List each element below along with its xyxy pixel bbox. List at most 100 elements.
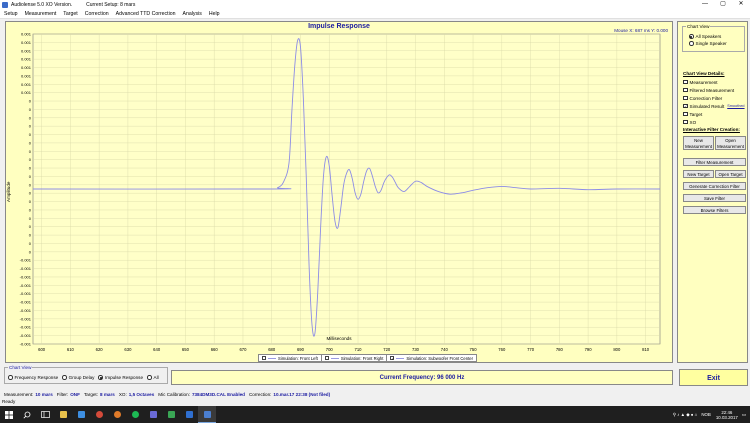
side-panel: Chart View All Speakers Single Speaker C… [677,21,748,363]
menu-help[interactable]: Help [209,11,220,17]
checkbox-icon[interactable] [683,79,688,85]
open-measurement-button[interactable]: Open Measurement [715,136,746,150]
y-tick-label: 0.001 [21,57,32,62]
x-tick-label: 750 [470,347,478,352]
y-tick-label: 0 [29,166,32,171]
check-target[interactable]: Target [683,110,746,118]
close-button[interactable]: ✕ [732,0,750,9]
checkbox-icon[interactable] [683,111,688,117]
windows-start-icon[interactable] [0,406,18,423]
radio-icon[interactable] [98,375,103,380]
y-tick-label: 0.001 [21,48,32,53]
radio-icon[interactable] [689,34,694,39]
impulse-chart[interactable]: 0.001 0.001 0.001 0.001 0.001 0.001 0.001 0.001… [6,22,674,364]
taskbar: ⚲ ♪ ▲ ◆ ● ⌂ NOB 22:46 10.03.2017 ▭ [0,406,750,423]
x-tick-label: 670 [239,347,247,352]
status-label: Target: [83,391,98,397]
x-tick-label: 710 [355,347,363,352]
view-group-delay[interactable]: Group Delay [62,375,94,380]
radio-label: Single Speaker [695,41,727,46]
check-simulated-result[interactable]: ✓ Simulated Result Smoothed [683,102,746,110]
notification-icon[interactable]: ▭ [742,412,746,418]
menu-measurement[interactable]: Measurement [25,11,57,17]
app-icon-blue[interactable] [180,406,198,423]
maximize-button[interactable]: ▢ [714,0,732,9]
task-view-icon[interactable] [36,406,54,423]
radio-icon[interactable] [147,375,152,380]
language-indicator[interactable]: NOB [701,412,711,417]
view-impulse-response[interactable]: Impulse Response [98,375,143,380]
legend-checkbox[interactable] [262,356,266,360]
check-filtered-measurement[interactable]: Filtered Measurement [683,86,746,94]
status-label: XO: [118,391,127,397]
new-target-button[interactable]: New Target [683,170,714,178]
status-measurement: 10 mars [35,391,53,397]
y-tick-label: 0 [29,140,32,145]
status-xo: 1,5 Octaves [128,391,155,397]
check-measurement[interactable]: Measurement [683,78,746,86]
legend-swatch [330,357,339,359]
legend-swatch [268,357,276,359]
new-measurement-button[interactable]: New Measurement [683,136,714,150]
chart-view-group: Chart View All Speakers Single Speaker [682,24,745,52]
menu-analysis[interactable]: Analysis [183,11,202,17]
checkbox-icon[interactable] [683,119,688,125]
save-filter-button[interactable]: Save Filter [683,194,746,202]
x-tick-label: 650 [182,347,190,352]
menu-correction[interactable]: Correction [85,11,109,17]
radio-label: Impulse Response [104,375,144,380]
checkbox-icon[interactable] [683,95,688,101]
check-label: Filtered Measurement [689,87,735,93]
menu-target[interactable]: Target [63,11,77,17]
y-tick-label: -0.001 [20,342,32,347]
chrome-icon[interactable] [90,406,108,423]
legend-checkbox[interactable] [324,356,329,360]
y-tick-label: 0.001 [21,90,32,95]
checkbox-icon[interactable]: ✓ [683,103,688,109]
minimize-button[interactable]: — [696,0,714,9]
legend-item[interactable]: Simulation: Front Left [259,355,322,361]
check-xo[interactable]: XO [683,118,746,126]
radio-icon[interactable] [8,375,13,380]
menu-setup[interactable]: Setup [4,11,18,17]
view-frequency-response[interactable]: Frequency Response [8,375,58,380]
generate-correction-filter-button[interactable]: Generate Correction Filter [683,182,746,190]
radio-icon[interactable] [62,375,67,380]
search-icon[interactable] [18,406,36,423]
media-player-icon[interactable] [144,406,162,423]
y-tick-label: -0.001 [20,291,32,296]
spotify-icon[interactable] [126,406,144,423]
app-icon-green[interactable] [162,406,180,423]
exit-button[interactable]: Exit [679,369,748,386]
filter-measurement-button[interactable]: Filter Measurement [683,158,746,166]
radio-icon[interactable] [689,41,694,46]
store-icon[interactable] [72,406,90,423]
chart-panel: 0.001 0.001 0.001 0.001 0.001 0.001 0.001 0.001… [5,21,673,363]
open-target-button[interactable]: Open Target [715,170,746,178]
y-tick-label: 0 [29,199,32,204]
x-tick-label: 620 [96,347,104,352]
audiolense-taskbar-icon[interactable] [198,406,216,423]
status-correction: 10.mar.17 22:38 (Not filed) [273,391,331,397]
chart-legend: Simulation: Front Left Simulation: Front… [258,354,477,362]
view-all[interactable]: All [147,375,159,380]
current-setup: Current Setup: 8 mars [86,1,136,8]
firefox-icon[interactable] [108,406,126,423]
legend-item[interactable]: ✓ Simulation: Subwoofer Front Center [387,355,476,361]
check-label: Simulated Result [689,103,725,109]
tray-icons[interactable]: ⚲ ♪ ▲ ◆ ● ⌂ [673,412,698,418]
x-tick-label: 790 [585,347,593,352]
radio-all-speakers[interactable]: All Speakers [689,33,727,40]
check-correction-filter[interactable]: Correction Filter [683,94,746,102]
smoothed-link[interactable]: Smoothed [727,104,744,108]
checkbox-icon[interactable] [683,87,688,93]
radio-single-speaker[interactable]: Single Speaker [689,40,727,47]
legend-checkbox[interactable]: ✓ [390,356,395,361]
legend-item[interactable]: Simulation: Front Right [322,355,388,361]
current-frequency: Current Frequency: 96 000 Hz [171,370,673,385]
browse-filters-button[interactable]: Browse Filters [683,206,746,214]
menu-advanced-ttd[interactable]: Advanced TTD Correction [116,11,176,17]
file-explorer-icon[interactable] [54,406,72,423]
check-label: XO [689,119,697,125]
clock[interactable]: 22:46 10.03.2017 [716,410,738,420]
